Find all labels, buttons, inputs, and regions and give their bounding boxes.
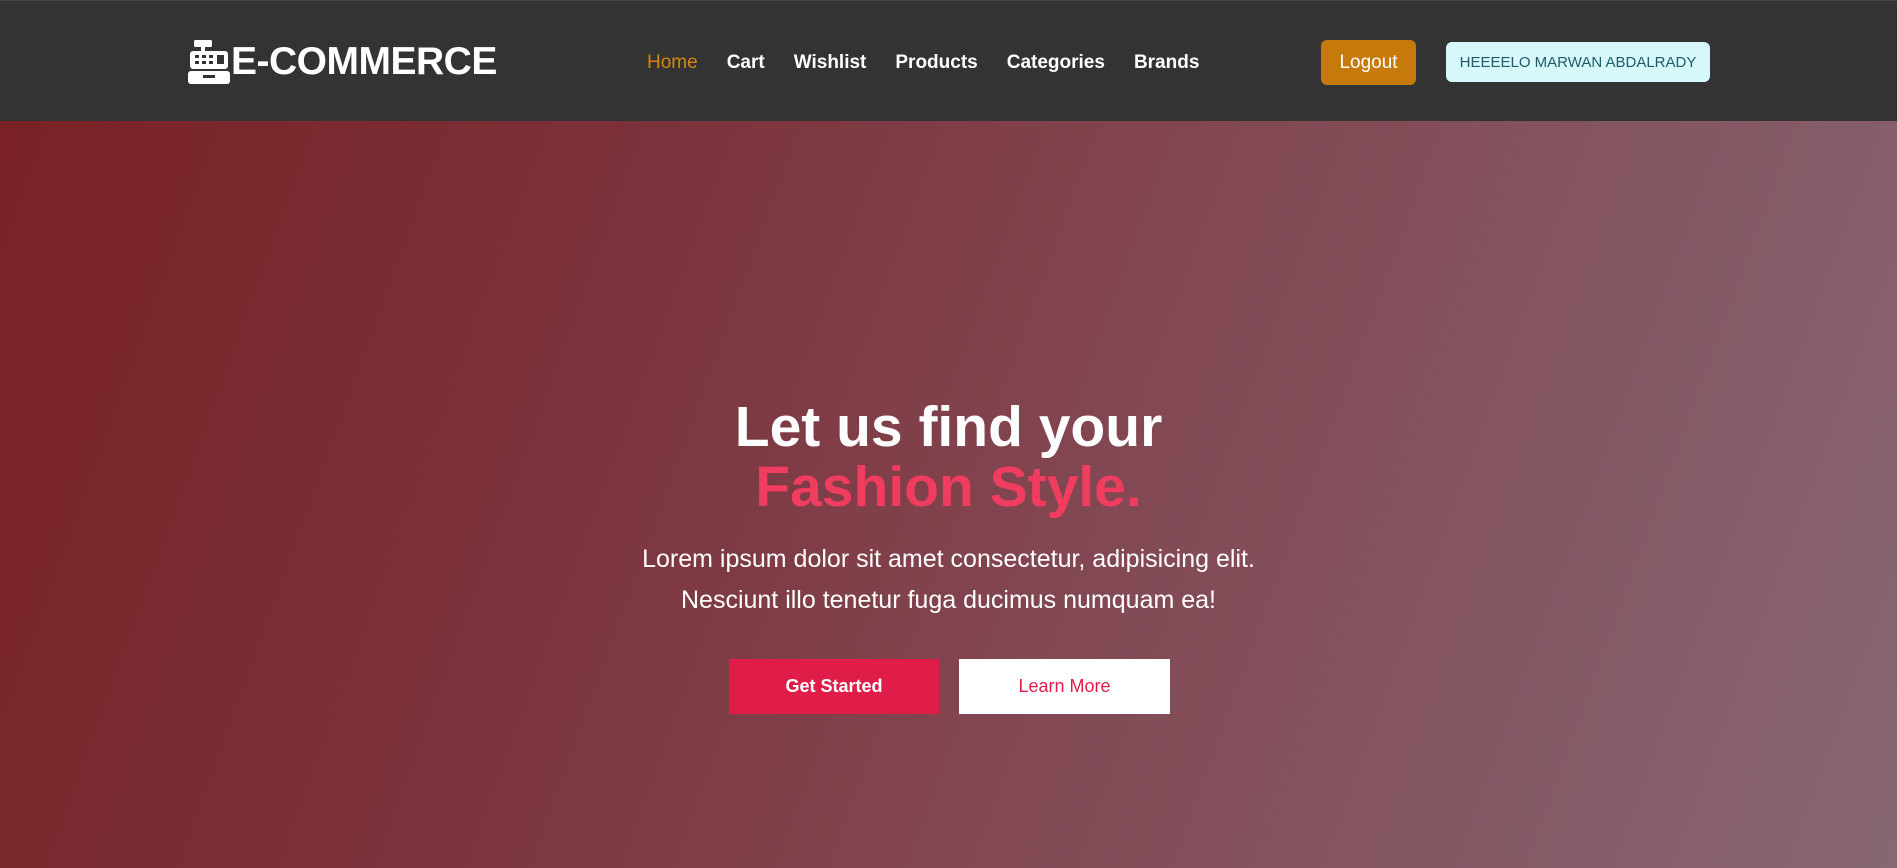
nav-link-categories[interactable]: Categories xyxy=(1007,51,1105,75)
user-greeting-badge: HEEEELO MARWAN ABDALRADY xyxy=(1446,42,1710,82)
brand-logo-link[interactable]: E-COMMERCE xyxy=(188,39,497,85)
hero-subtitle-line2: Nesciunt illo tenetur fuga ducimus numqu… xyxy=(680,586,1216,614)
navbar: E-COMMERCE Home Cart Wishlist Products C… xyxy=(0,0,1897,121)
hero-title-accent: Fashion Style. xyxy=(755,455,1142,519)
nav-link-products[interactable]: Products xyxy=(895,51,977,75)
nav-links: Home Cart Wishlist Products Categories B… xyxy=(647,51,1228,75)
nav-link-home[interactable]: Home xyxy=(647,51,698,75)
hero-title-line1: Let us find your xyxy=(734,395,1163,459)
nav-link-brands[interactable]: Brands xyxy=(1134,51,1199,75)
get-started-button[interactable]: Get Started xyxy=(729,659,939,714)
nav-link-wishlist[interactable]: Wishlist xyxy=(794,51,867,75)
hero-section: Let us find your Fashion Style. Lorem ip… xyxy=(0,121,1897,868)
hero-title: Let us find your Fashion Style. xyxy=(0,397,1897,517)
hero-subtitle: Lorem ipsum dolor sit amet consectetur, … xyxy=(0,539,1897,621)
learn-more-button[interactable]: Learn More xyxy=(959,659,1170,714)
hero-subtitle-line1: Lorem ipsum dolor sit amet consectetur, … xyxy=(642,545,1255,573)
cash-register-icon xyxy=(188,40,230,84)
logout-button[interactable]: Logout xyxy=(1321,40,1416,85)
nav-link-cart[interactable]: Cart xyxy=(727,51,765,75)
brand-name: E-COMMERCE xyxy=(231,40,497,83)
